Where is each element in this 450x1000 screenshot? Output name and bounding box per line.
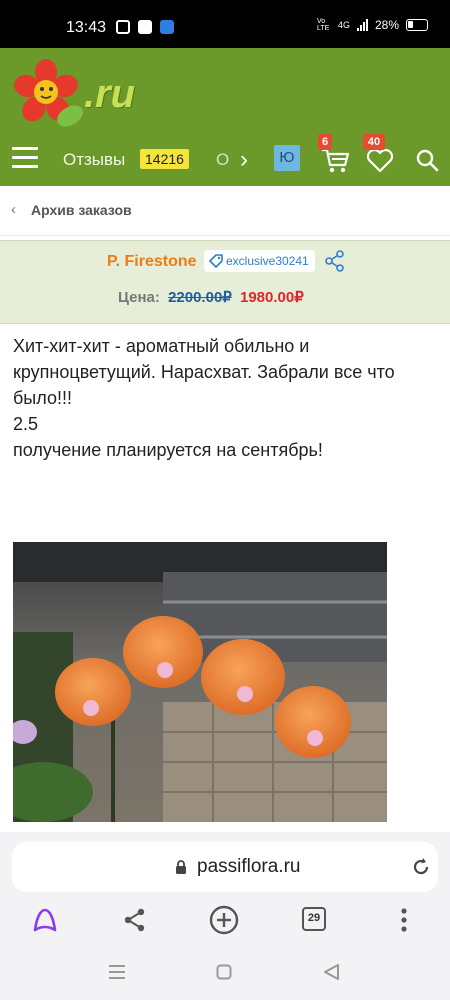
user-avatar[interactable]: Ю (274, 145, 300, 171)
product-code: exclusive30241 (226, 254, 309, 268)
nav-reviews-link[interactable]: Отзывы (63, 150, 125, 170)
status-notification-icons (116, 20, 174, 34)
address-bar[interactable]: passiflora.ru (12, 842, 438, 892)
status-right: Vo LTE 4G 28% (317, 18, 428, 32)
product-code-tag[interactable]: exclusive30241 (204, 250, 315, 272)
alice-assistant-icon[interactable] (29, 904, 61, 936)
network-label: 4G (337, 20, 350, 30)
nav-next-link[interactable]: О (216, 150, 238, 170)
product-description: Хит-хит-хит - ароматный обильно и крупно… (13, 333, 433, 463)
tabs-count-button[interactable]: 29 (302, 907, 326, 931)
cart-count-badge: 6 (318, 134, 332, 150)
reviews-count-badge: 14216 (140, 149, 189, 169)
new-tab-icon[interactable] (208, 904, 240, 936)
description-text: Хит-хит-хит - ароматный обильно и крупно… (13, 336, 395, 408)
checkbox-app-icon (138, 20, 152, 34)
signal-icon (356, 19, 368, 31)
product-photo[interactable] (13, 542, 387, 822)
menu-icon[interactable] (12, 147, 38, 169)
top-nav: Отзывы 14216 О › Ю 6 40 (0, 132, 450, 186)
tag-icon (209, 254, 223, 268)
price-label: Цена: (118, 289, 160, 306)
browser-tools: 29 (0, 898, 450, 944)
recent-apps-icon[interactable] (108, 964, 126, 980)
product-summary: P. Firestone exclusive30241 Цена: 2200.0… (0, 240, 450, 324)
breadcrumb-label[interactable]: Архив заказов (31, 202, 132, 218)
home-icon[interactable] (216, 964, 232, 980)
share-icon[interactable] (325, 250, 345, 272)
logo-domain: .ru (84, 72, 136, 116)
site-logo[interactable]: .ru (12, 58, 142, 130)
reload-icon[interactable] (410, 856, 432, 878)
page: 13:43 Vo LTE 4G 28% .ru Отзывы 14216 О ›… (0, 0, 450, 1000)
status-bar: 13:43 Vo LTE 4G 28% (0, 0, 450, 48)
chevron-left-icon: ‹ (11, 201, 16, 218)
search-icon[interactable] (414, 147, 440, 173)
description-delivery: получение планируется на сентябрь! (13, 440, 323, 460)
orchid-photo-image (13, 542, 387, 822)
favorites-count-badge: 40 (363, 134, 385, 150)
share-icon[interactable] (119, 904, 151, 936)
lock-icon (176, 860, 186, 874)
new-price: 1980.00₽ (240, 289, 304, 306)
cart-icon[interactable] (320, 146, 350, 174)
cloud-icon (160, 20, 174, 34)
battery-percent: 28% (374, 18, 399, 32)
breadcrumb[interactable]: ‹ Архив заказов (0, 186, 450, 236)
browser-toolbar: passiflora.ru 29 (0, 832, 450, 944)
more-menu-icon[interactable] (388, 904, 420, 936)
battery-icon (406, 19, 428, 31)
status-time: 13:43 (66, 19, 107, 36)
old-price: 2200.00₽ (168, 289, 232, 306)
back-icon[interactable] (322, 963, 340, 981)
flower-logo-icon (14, 59, 83, 127)
price-row: Цена: 2200.00₽ 1980.00₽ (118, 288, 304, 306)
chevron-right-icon[interactable]: › (240, 146, 248, 174)
volte-label: Vo LTE (316, 18, 330, 32)
site-header: .ru Отзывы 14216 О › Ю 6 40 (0, 48, 450, 186)
description-size: 2.5 (13, 414, 39, 434)
heart-icon[interactable] (366, 148, 394, 174)
system-navigation-bar (0, 944, 450, 1000)
product-name: P. Firestone (107, 253, 197, 270)
url-text[interactable]: passiflora.ru (197, 856, 301, 878)
instagram-icon (116, 20, 130, 34)
